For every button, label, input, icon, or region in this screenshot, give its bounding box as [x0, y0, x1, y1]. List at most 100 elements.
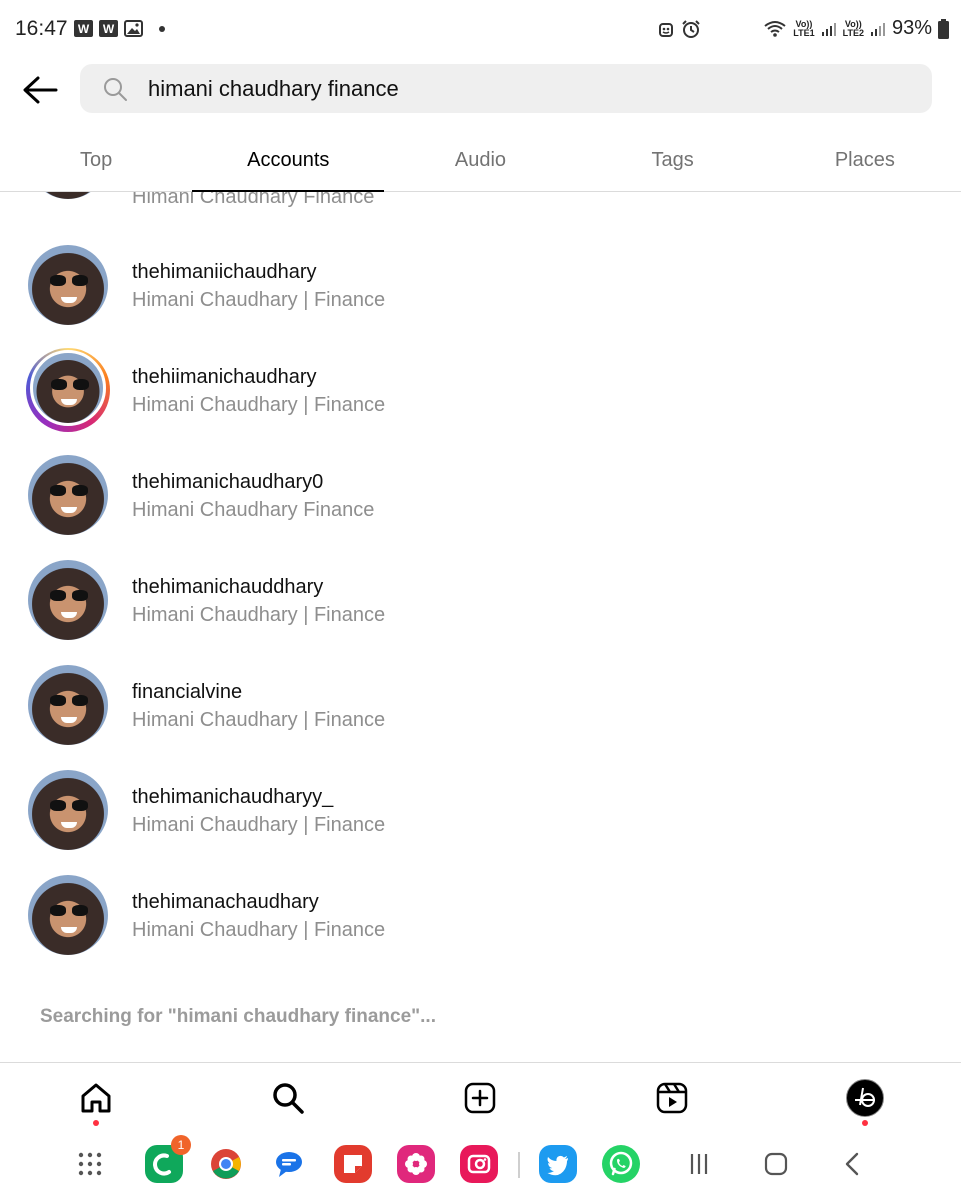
searching-status-text: Searching for "himani chaudhary finance"…	[40, 1006, 436, 1027]
app-drawer-icon	[78, 1152, 102, 1176]
tab-accounts[interactable]: Accounts	[192, 132, 385, 192]
reels-icon	[656, 1082, 688, 1114]
account-username: thehimaniichaudhary	[132, 261, 317, 283]
flower-app[interactable]	[397, 1145, 435, 1183]
account-username: thehiimanichaudhary	[132, 366, 317, 388]
battery-percent: 93%	[891, 17, 932, 39]
w-notification-icon: W	[99, 20, 118, 37]
avatar	[28, 192, 108, 199]
search-icon	[273, 1083, 304, 1114]
whatsapp-app[interactable]	[602, 1145, 640, 1183]
nav-profile[interactable]	[845, 1078, 885, 1126]
create-icon	[464, 1082, 496, 1114]
list-item[interactable]: thehimanichaudharyy_ Himani Chaudhary | …	[0, 765, 961, 855]
search-tabs: Top Accounts Audio Tags Places	[0, 132, 961, 192]
android-icon	[659, 22, 674, 37]
search-bar[interactable]	[80, 64, 932, 113]
back-arrow-icon	[23, 76, 58, 104]
account-username: thehimanachaudhary	[132, 891, 319, 913]
account-full-name: Himani Chaudhary | Finance	[132, 919, 386, 941]
home-nav-icon	[764, 1152, 788, 1176]
phone-app-icon	[153, 1153, 171, 1176]
signal-icon	[870, 22, 885, 36]
list-item[interactable]: thehimanichauddhary Himani Chaudhary | F…	[0, 555, 961, 645]
status-right: Vo)) LTE1 Vo)) LTE2 93%	[657, 17, 949, 40]
twitter-icon	[547, 1155, 568, 1176]
account-full-name: Himani Chaudhary | Finance	[132, 394, 386, 416]
account-full-name: Himani Chaudhary Finance	[132, 499, 375, 521]
dock-divider	[518, 1152, 520, 1178]
profile-avatar	[846, 1079, 884, 1117]
account-username: financialvine	[132, 681, 243, 703]
avatar	[28, 245, 108, 325]
nav-home[interactable]	[76, 1078, 116, 1126]
alarm-icon	[682, 19, 700, 38]
back-nav-icon	[845, 1152, 859, 1176]
back-nav-button[interactable]	[834, 1145, 872, 1183]
recents-icon	[690, 1154, 708, 1174]
list-item[interactable]: thehimanichaudhary0 Himani Chaudhary Fin…	[0, 450, 961, 540]
recents-button[interactable]	[680, 1145, 718, 1183]
tab-audio[interactable]: Audio	[384, 132, 576, 191]
sim2-label: Vo)) LTE2	[842, 18, 864, 38]
twitter-app[interactable]	[539, 1145, 577, 1183]
search-input[interactable]	[148, 64, 908, 113]
list-item[interactable]: thehimanachaudhary Himani Chaudhary | Fi…	[0, 870, 961, 960]
flower-app-icon	[405, 1153, 427, 1175]
list-item[interactable]: financialvine Himani Chaudhary | Finance	[0, 660, 961, 750]
notes-app[interactable]	[334, 1145, 372, 1183]
instagram-icon	[467, 1154, 491, 1174]
gallery-icon	[124, 20, 143, 37]
notes-icon	[344, 1155, 362, 1173]
account-username: thehimanichauddhary	[132, 576, 324, 598]
account-full-name: Himani Chaudhary | Finance	[132, 814, 386, 836]
list-item[interactable]: thehimaniichaudhary Himani Chaudhary | F…	[0, 240, 961, 330]
list-item[interactable]: thehiimanichaudhary Himani Chaudhary | F…	[0, 345, 961, 435]
more-notifications-dot	[159, 25, 165, 32]
list-item[interactable]: Himani Chaudhary Finance	[0, 192, 961, 208]
nav-reels[interactable]	[652, 1078, 692, 1118]
tab-tags[interactable]: Tags	[577, 132, 769, 191]
back-button[interactable]	[20, 72, 60, 108]
chrome-app[interactable]	[207, 1145, 245, 1183]
messages-app[interactable]	[270, 1145, 308, 1183]
status-bar: 16:47 W W Vo)) LTE1 Vo)) LTE2 93%	[0, 0, 961, 60]
app-drawer-button[interactable]	[71, 1145, 109, 1183]
avatar	[30, 350, 106, 426]
sim1-label: Vo)) LTE1	[793, 18, 815, 38]
messages-icon	[276, 1152, 302, 1177]
account-full-name: Himani Chaudhary | Finance	[132, 289, 386, 311]
avatar	[28, 560, 108, 640]
notification-icons: W W	[74, 20, 165, 37]
battery-icon	[938, 18, 949, 39]
avatar	[28, 770, 108, 850]
chrome-icon	[211, 1149, 241, 1179]
wifi-icon	[764, 20, 786, 37]
search-icon	[104, 78, 127, 101]
avatar	[28, 665, 108, 745]
account-username: thehimanichaudharyy_	[132, 786, 334, 808]
bottom-nav	[0, 1062, 961, 1133]
avatar	[28, 875, 108, 955]
instagram-app[interactable]	[460, 1145, 498, 1183]
account-results-list: Himani Chaudhary Finance thehimaniichaud…	[0, 192, 961, 1062]
account-full-name: Himani Chaudhary | Finance	[132, 604, 386, 626]
home-nav-button[interactable]	[757, 1145, 795, 1183]
home-notification-dot	[93, 1120, 99, 1126]
clock: 16:47	[15, 17, 68, 40]
profile-logo-icon	[855, 1087, 875, 1107]
signal-icon	[821, 22, 836, 36]
avatar	[28, 455, 108, 535]
nav-search[interactable]	[268, 1078, 308, 1118]
tab-top[interactable]: Top	[0, 132, 192, 191]
tab-places[interactable]: Places	[769, 132, 961, 191]
nav-create[interactable]	[460, 1078, 500, 1118]
android-taskbar: 1	[0, 1132, 961, 1200]
home-icon	[81, 1083, 111, 1113]
profile-notification-dot	[862, 1120, 868, 1126]
whatsapp-icon	[609, 1151, 633, 1176]
phone-app[interactable]: 1	[145, 1135, 191, 1183]
account-full-name: Himani Chaudhary Finance	[132, 192, 375, 208]
notification-badge: 1	[171, 1135, 191, 1155]
account-username: thehimanichaudhary0	[132, 471, 324, 493]
